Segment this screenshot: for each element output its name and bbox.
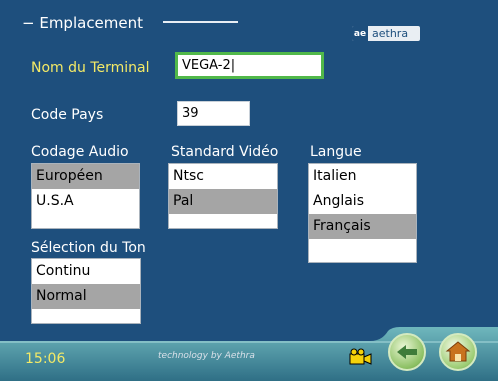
video-option-ntsc[interactable]: Ntsc — [169, 164, 277, 189]
video-standard-list[interactable]: Ntsc Pal — [168, 163, 278, 229]
tone-option-normal[interactable]: Normal — [32, 284, 140, 309]
home-icon — [445, 341, 471, 362]
brand-logo: ae aethra — [352, 26, 420, 41]
video-standard-label: Standard Vidéo — [171, 144, 279, 160]
section-title: − Emplacement — [22, 14, 143, 32]
back-arrow-icon — [397, 345, 417, 359]
language-option-italien[interactable]: Italien — [309, 164, 416, 189]
section-title-text: Emplacement — [39, 14, 144, 32]
audio-coding-list[interactable]: Européen U.S.A — [31, 163, 140, 229]
audio-coding-label: Codage Audio — [31, 144, 129, 160]
language-option-anglais[interactable]: Anglais — [309, 189, 416, 214]
video-camera-icon[interactable] — [347, 348, 373, 368]
title-underline — [163, 21, 238, 23]
audio-option-usa[interactable]: U.S.A — [32, 189, 139, 214]
video-option-pal[interactable]: Pal — [169, 189, 277, 214]
brand-mark: ae — [352, 26, 368, 41]
clock-time: 15:06 — [25, 351, 66, 367]
tone-selection-label: Sélection du Ton — [31, 240, 146, 256]
home-button[interactable] — [439, 333, 477, 371]
language-label: Langue — [310, 144, 362, 160]
terminal-name-label: Nom du Terminal — [31, 60, 150, 76]
country-code-input[interactable]: 39 — [177, 101, 250, 126]
tone-option-continu[interactable]: Continu — [32, 259, 140, 284]
language-list[interactable]: Italien Anglais Français — [308, 163, 417, 263]
config-screen: − Emplacement ae aethra Nom du Terminal … — [0, 0, 498, 381]
audio-option-europeen[interactable]: Européen — [32, 164, 139, 189]
back-button[interactable] — [388, 333, 426, 371]
language-option-francais[interactable]: Français — [309, 214, 416, 239]
tagline: technology by Aethra — [158, 351, 255, 361]
title-dash: − — [22, 14, 40, 32]
brand-name: aethra — [372, 27, 409, 40]
tone-selection-list[interactable]: Continu Normal — [31, 258, 141, 324]
terminal-name-input[interactable]: VEGA-2| — [175, 52, 324, 79]
country-code-label: Code Pays — [31, 107, 104, 123]
